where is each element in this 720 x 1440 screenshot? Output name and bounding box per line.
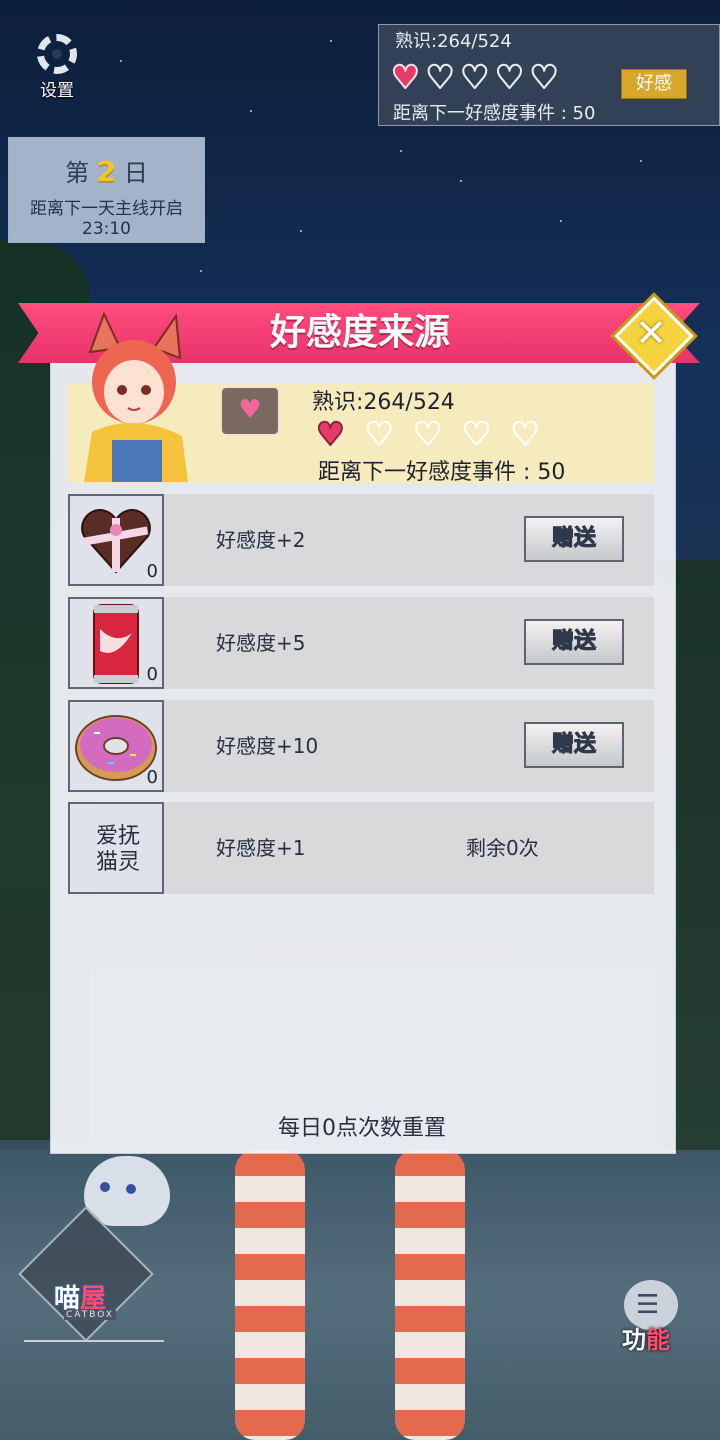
info-hearts: ♥ ♥ ♥ ♥ ♥ bbox=[315, 415, 541, 453]
heart-icon: ♥ bbox=[315, 415, 346, 453]
familiarity-text: 熟识:264/524 bbox=[395, 31, 512, 52]
heart-icon: ♥ bbox=[510, 415, 541, 453]
item-count: 0 bbox=[146, 767, 158, 788]
daily-reset-note: 每日0点次数重置 bbox=[278, 1116, 446, 1141]
item-effect: 好感度+10 bbox=[216, 734, 319, 758]
next-day-label: 距离下一天主线开启 bbox=[30, 199, 183, 219]
give-button[interactable]: 赠送 bbox=[524, 516, 624, 562]
heart-icon: ♥ bbox=[494, 58, 525, 96]
gear-icon bbox=[37, 34, 77, 74]
catbox-subtitle: CATBOX bbox=[64, 1310, 116, 1320]
affection-hearts: ♥ ♥ ♥ ♥ ♥ bbox=[390, 58, 560, 96]
gift-row-chocolate: 0 好感度+2 赠送 bbox=[68, 494, 654, 586]
pet-cat-label: 爱抚 猫灵 bbox=[70, 804, 166, 896]
pet-cat-row: 爱抚 猫灵 好感度+1 剩余0次 bbox=[68, 802, 654, 894]
heart-icon: ♥ bbox=[412, 415, 443, 453]
day-counter: 第 2 日 bbox=[10, 153, 203, 188]
item-effect: 好感度+5 bbox=[216, 631, 306, 655]
day-panel: 第 2 日 距离下一天主线开启 23:10 bbox=[8, 137, 205, 243]
heart-icon: ♥ bbox=[425, 58, 456, 96]
close-x-icon: ✕ bbox=[635, 311, 667, 355]
soda-slot: 0 bbox=[68, 597, 164, 689]
close-button[interactable]: ✕ bbox=[614, 296, 694, 376]
function-label-b: 能 bbox=[646, 1326, 670, 1354]
item-effect: 好感度+2 bbox=[216, 528, 306, 552]
heart-icon: ♥ bbox=[529, 58, 560, 96]
day-number: 2 bbox=[96, 155, 117, 188]
heart-icon: ♥ bbox=[461, 415, 492, 453]
info-familiarity-text: 熟识:264/524 bbox=[312, 390, 455, 415]
next-day-timer: 23:10 bbox=[82, 219, 131, 239]
gift-row-donut: 0 好感度+10 赠送 bbox=[68, 700, 654, 792]
function-label: 功能 bbox=[622, 1320, 670, 1355]
item-count: 0 bbox=[146, 561, 158, 582]
pet-cat-label-line2: 猫灵 bbox=[95, 850, 140, 875]
chocolate-slot: 0 bbox=[68, 494, 164, 586]
cat-girl-portrait bbox=[84, 312, 188, 482]
function-label-a: 功 bbox=[622, 1326, 646, 1354]
affection-panel: 熟识:264/524 ♥ ♥ ♥ ♥ ♥ 好感 距离下一好感度事件 : 50 bbox=[378, 24, 720, 126]
heart-icon: ♥ bbox=[459, 58, 490, 96]
pet-cat-slot[interactable]: 爱抚 猫灵 bbox=[68, 802, 164, 894]
pet-remaining: 剩余0次 bbox=[466, 836, 539, 860]
give-button[interactable]: 赠送 bbox=[524, 619, 624, 665]
donut-slot: 0 bbox=[68, 700, 164, 792]
heart-icon: ♥ bbox=[390, 58, 421, 96]
function-button[interactable]: ☰ 功能 bbox=[612, 1276, 692, 1356]
pet-effect: 好感度+1 bbox=[216, 836, 306, 860]
settings-label: 设置 bbox=[40, 81, 74, 101]
day-suffix: 日 bbox=[123, 159, 148, 187]
heart-message-icon: ♥ bbox=[220, 386, 280, 436]
settings-button[interactable]: 设置 bbox=[28, 34, 86, 101]
next-event-text: 距离下一好感度事件 : 50 bbox=[393, 103, 596, 124]
info-next-event-text: 距离下一好感度事件 : 50 bbox=[318, 460, 566, 485]
heart-icon: ♥ bbox=[364, 415, 395, 453]
gift-row-soda: 0 好感度+5 赠送 bbox=[68, 597, 654, 689]
menu-list-icon: ☰ bbox=[636, 1290, 660, 1320]
character-legs bbox=[235, 1150, 475, 1440]
give-button[interactable]: 赠送 bbox=[524, 722, 624, 768]
item-count: 0 bbox=[146, 664, 158, 685]
day-prefix: 第 bbox=[65, 159, 90, 187]
catbox-button[interactable]: 喵屋 CATBOX bbox=[14, 1206, 164, 1342]
affection-button[interactable]: 好感 bbox=[621, 69, 687, 99]
pet-cat-label-line1: 爱抚 bbox=[95, 824, 140, 849]
